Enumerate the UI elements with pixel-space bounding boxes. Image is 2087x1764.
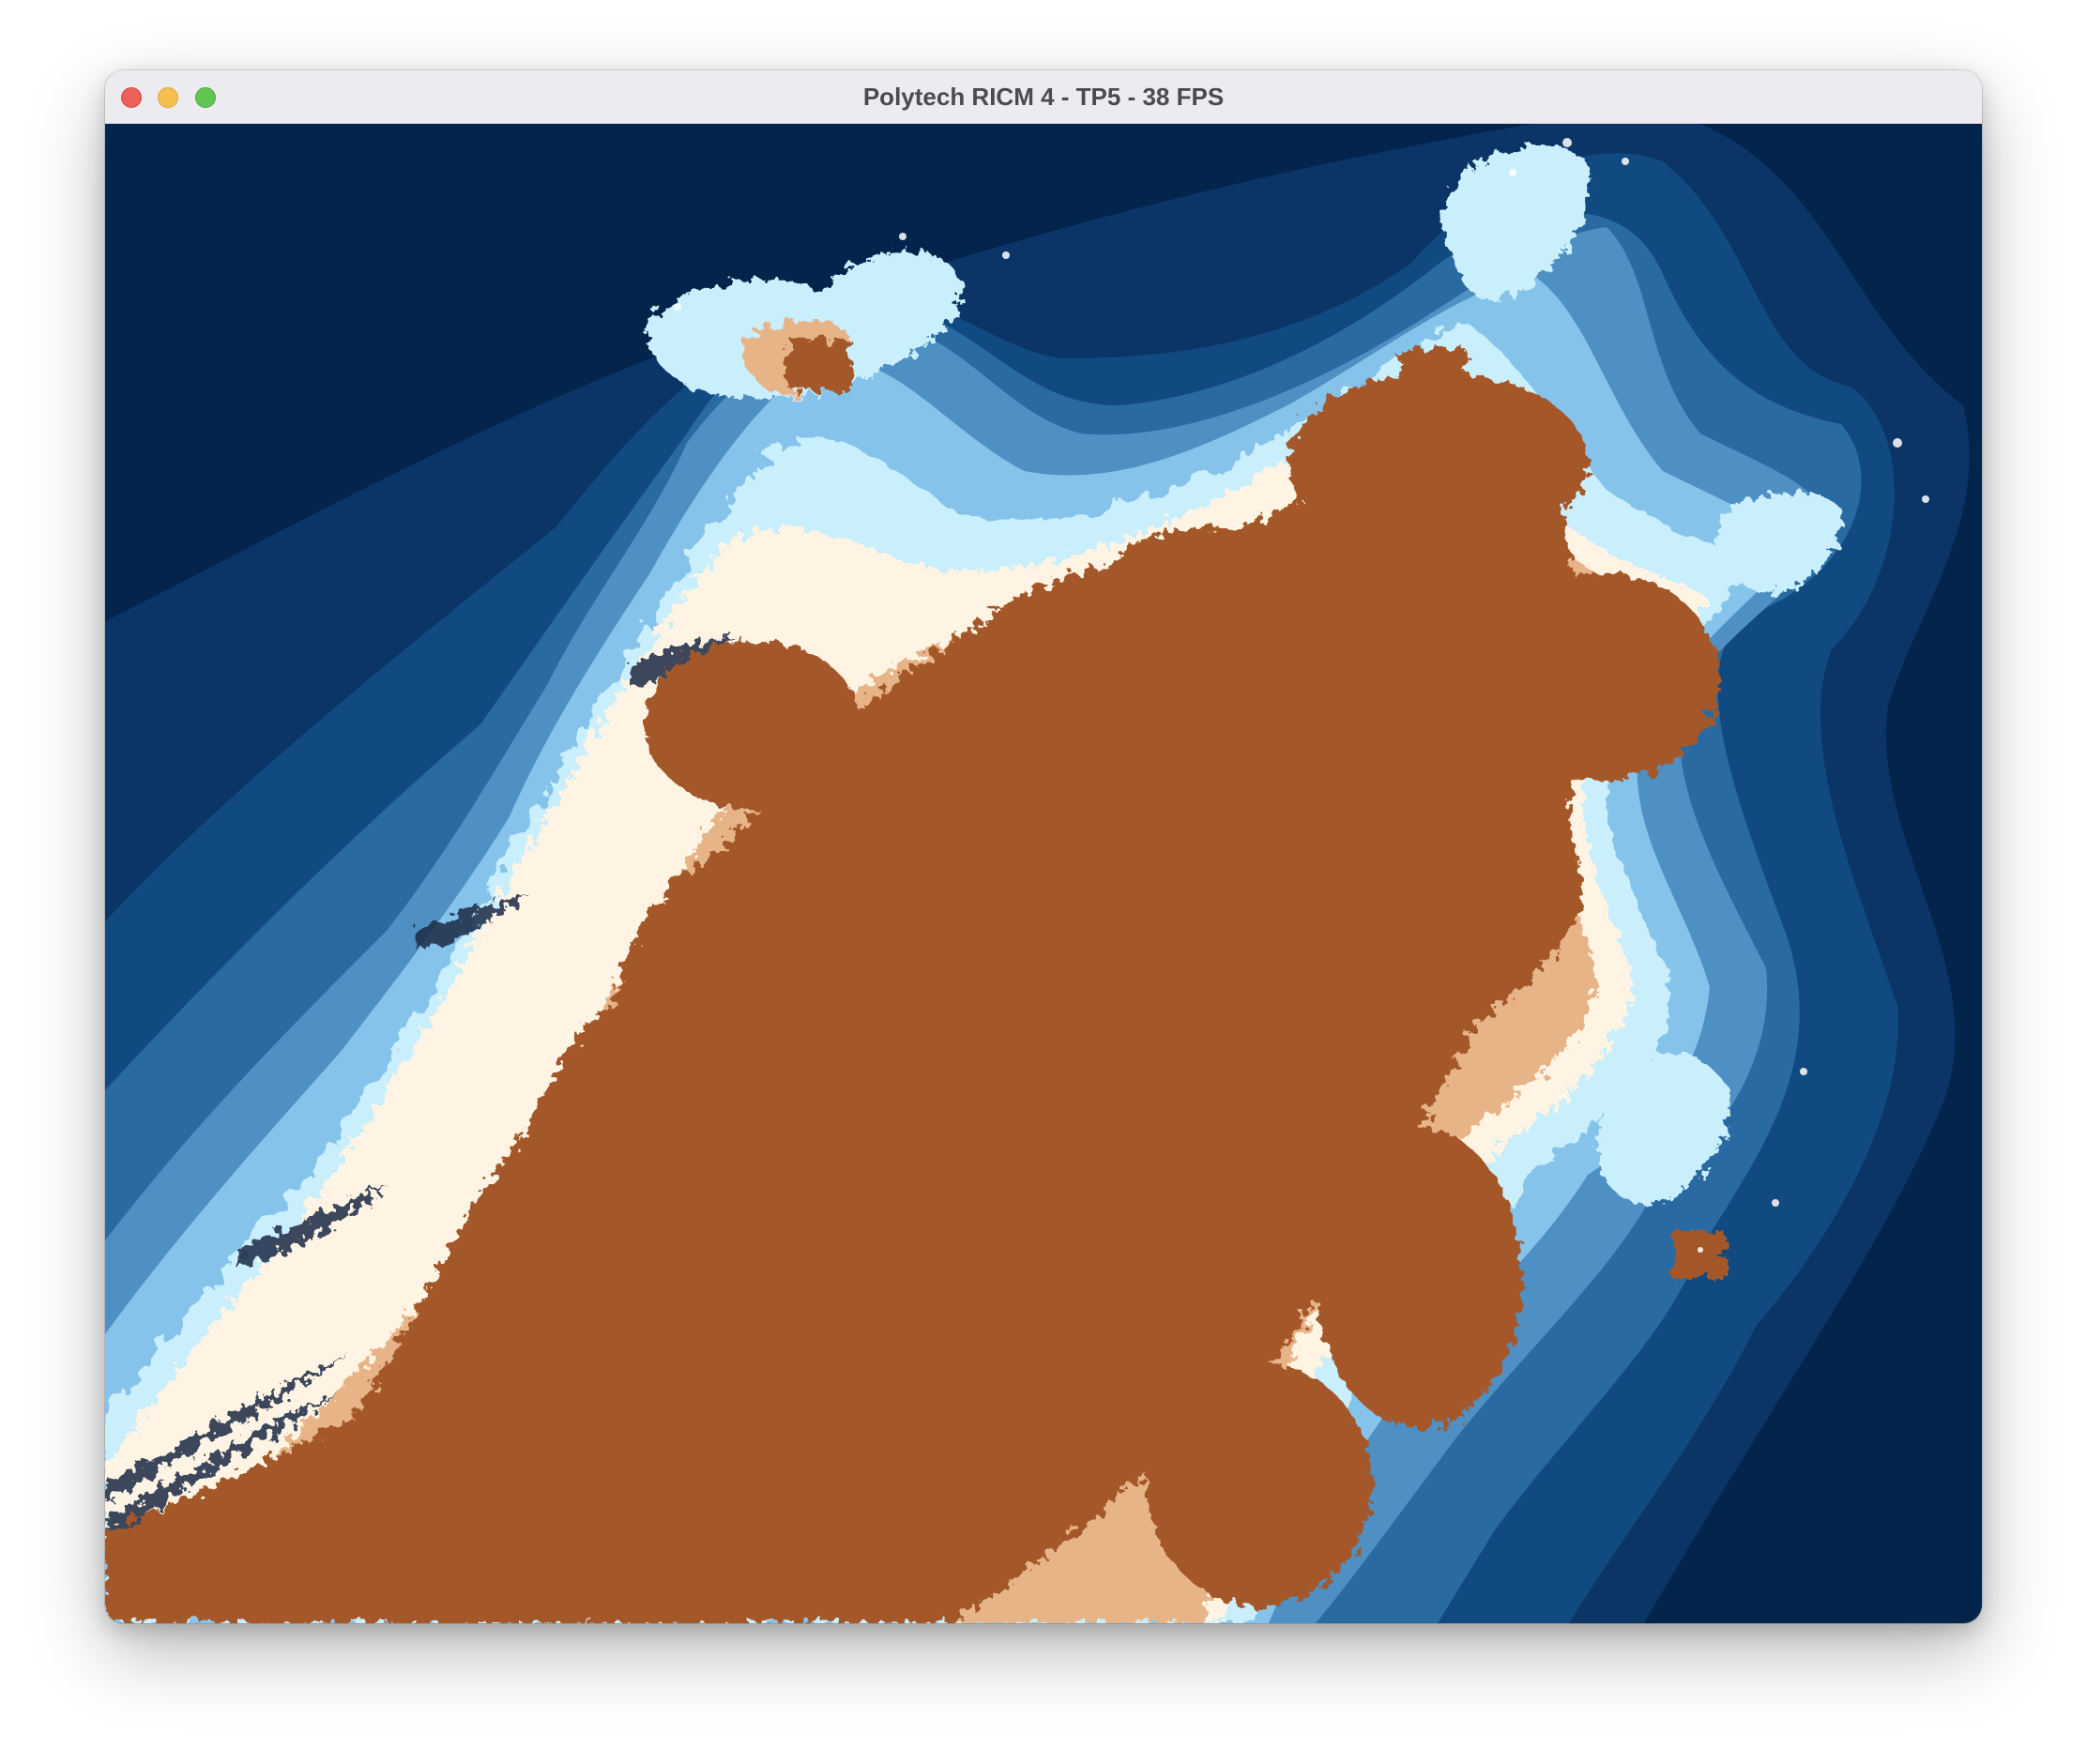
title-bar[interactable]: Polytech RICM 4 - TP5 - 38 FPS — [105, 70, 1982, 124]
interior-bulb-right — [1494, 574, 1719, 781]
fractal-canvas[interactable] — [105, 124, 1982, 1623]
interior-bulb-lower — [1316, 1128, 1522, 1428]
interior-mini-1 — [790, 340, 851, 391]
app-window: Polytech RICM 4 - TP5 - 38 FPS — [105, 70, 1982, 1623]
interior-mini-3 — [1672, 1231, 1724, 1278]
interior-mini-2 — [1400, 349, 1466, 405]
interior-bulb-bottom — [1147, 1362, 1372, 1606]
fractal-render — [105, 124, 1982, 1623]
interior-bulb-left — [645, 640, 861, 809]
window-title: Polytech RICM 4 - TP5 - 38 FPS — [862, 83, 1225, 111]
interior-bulb-mid — [1100, 527, 1306, 659]
